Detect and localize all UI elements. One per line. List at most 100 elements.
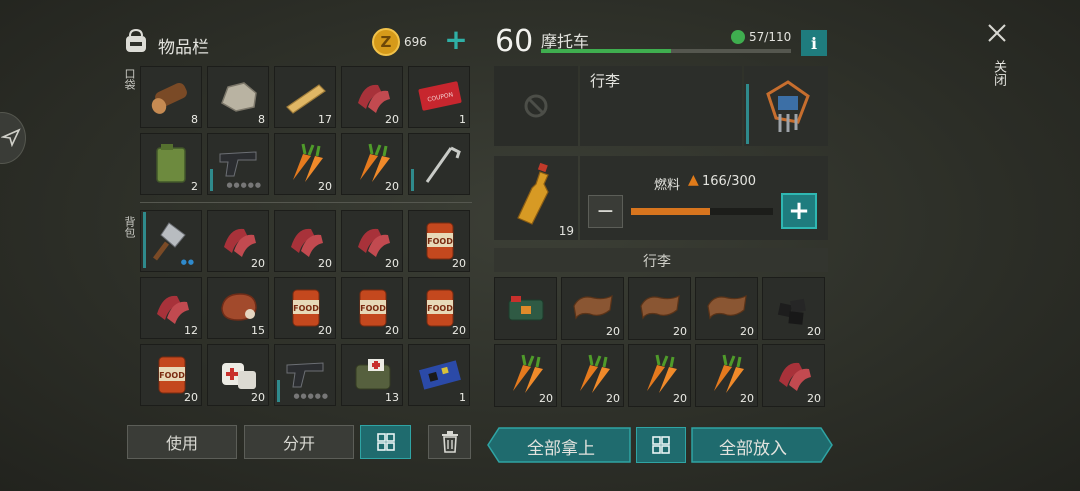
item-slot-bandage[interactable]: 20: [207, 344, 269, 406]
item-count: 20: [251, 257, 265, 270]
item-count: 20: [184, 391, 198, 404]
hoe-icon: [417, 140, 463, 186]
item-slot-carrot[interactable]: 20: [628, 344, 691, 407]
durability-value: 57/110: [749, 30, 792, 44]
item-slot-log[interactable]: 8: [140, 66, 202, 128]
item-count: 8: [191, 113, 198, 126]
carrot-icon: [637, 351, 683, 397]
item-slot-coupon[interactable]: COUPON 1: [408, 66, 470, 128]
item-slot-medkit-bag[interactable]: 13: [341, 344, 403, 406]
carrot-icon: [503, 351, 549, 397]
item-slot-pistol[interactable]: ●●●●●: [274, 344, 336, 406]
fuel-minus-button[interactable]: −: [588, 195, 623, 228]
info-button[interactable]: i: [801, 30, 827, 56]
svg-text:FOOD: FOOD: [427, 237, 453, 246]
item-slot-carrot[interactable]: 20: [494, 344, 557, 407]
svg-text:FOOD: FOOD: [159, 371, 185, 380]
slot-durability-bar: [277, 380, 280, 402]
leather-icon: [637, 284, 683, 330]
put-all-label: 全部放入: [719, 439, 787, 459]
item-slot-pistol[interactable]: ●●●●●: [207, 133, 269, 195]
item-slot-stone[interactable]: 8: [207, 66, 269, 128]
item-slot-cleaver[interactable]: ●●: [140, 210, 202, 272]
close-button[interactable]: 关闭: [980, 20, 1014, 100]
item-count: 20: [673, 325, 687, 338]
trash-icon: [441, 431, 458, 453]
item-count: 20: [740, 325, 754, 338]
item-slot-raw-meat[interactable]: 20: [341, 210, 403, 272]
share-button[interactable]: [0, 112, 26, 164]
item-slot-carrot[interactable]: 20: [341, 133, 403, 195]
item-count: 8: [258, 113, 265, 126]
item-slot-steak[interactable]: 15: [207, 277, 269, 339]
item-slot-raw-meat[interactable]: 20: [274, 210, 336, 272]
backpack-icon: [126, 28, 146, 52]
ammo-dots: ●●: [180, 258, 195, 266]
item-slot-food-can[interactable]: FOOD 20: [341, 277, 403, 339]
fuel-fill: [631, 208, 710, 215]
slot-durability-bar: [143, 212, 146, 268]
equip-slot-empty[interactable]: [494, 66, 578, 146]
item-slot-food-can[interactable]: FOOD 20: [408, 277, 470, 339]
item-count: 20: [385, 180, 399, 193]
item-slot-circuit-board[interactable]: 1: [408, 344, 470, 406]
item-count: 1: [459, 391, 466, 404]
coal-icon: [771, 284, 817, 330]
durability-track: [541, 49, 791, 53]
close-label: 关闭: [991, 60, 1006, 86]
luggage-rack-icon: [766, 80, 810, 132]
fuel-track: [631, 208, 773, 215]
item-slot-food-can[interactable]: FOOD 20: [408, 210, 470, 272]
storage-grid-button[interactable]: [636, 427, 686, 463]
item-slot-raw-meat[interactable]: 12: [140, 277, 202, 339]
item-slot-dynamite[interactable]: [494, 277, 557, 340]
item-slot-raw-meat[interactable]: 20: [762, 344, 825, 407]
send-icon: [1, 128, 21, 147]
add-coins-button[interactable]: +: [443, 26, 469, 55]
item-slot-leather[interactable]: 20: [561, 277, 624, 340]
item-slot-raw-meat[interactable]: 20: [207, 210, 269, 272]
item-slot-raw-meat[interactable]: 20: [341, 66, 403, 128]
item-slot-coal[interactable]: 20: [762, 277, 825, 340]
item-count: 20: [385, 257, 399, 270]
blocked-icon: [524, 94, 548, 118]
dynamite-icon: [503, 284, 549, 330]
item-count: 20: [740, 392, 754, 405]
fuel-item-slot[interactable]: 19: [494, 156, 578, 240]
slot-durability-bar: [411, 169, 414, 191]
item-slot-food-can[interactable]: FOOD 20: [140, 344, 202, 406]
item-slot-leather[interactable]: 20: [695, 277, 758, 340]
cleaver-icon: [149, 217, 195, 263]
use-button[interactable]: 使用: [127, 425, 237, 459]
item-slot-plank[interactable]: 17: [274, 66, 336, 128]
carrot-icon: [570, 351, 616, 397]
sort-grid-button[interactable]: [360, 425, 411, 459]
fuel-can-icon: [149, 140, 195, 186]
item-slot-carrot[interactable]: 20: [561, 344, 624, 407]
split-button[interactable]: 分开: [244, 425, 354, 459]
svg-text:FOOD: FOOD: [293, 304, 319, 313]
item-count: 17: [318, 113, 332, 126]
luggage-label: 行李: [590, 72, 621, 90]
item-count: 12: [184, 324, 198, 337]
item-count: 20: [318, 180, 332, 193]
item-count: 20: [385, 324, 399, 337]
item-count: 20: [807, 392, 821, 405]
pistol-icon: [283, 351, 329, 397]
coin-icon: Z: [372, 28, 400, 56]
luggage-rack-slot[interactable]: [744, 66, 828, 146]
item-slot-fuel-can[interactable]: 2: [140, 133, 202, 195]
close-icon: [988, 24, 1006, 42]
fuel-bottle-icon: [517, 162, 549, 225]
durability-icon: [731, 30, 745, 44]
item-slot-hoe[interactable]: [408, 133, 470, 195]
item-slot-carrot[interactable]: 20: [274, 133, 336, 195]
fuel-plus-button[interactable]: +: [781, 193, 817, 229]
svg-text:FOOD: FOOD: [360, 304, 386, 313]
item-slot-carrot[interactable]: 20: [695, 344, 758, 407]
inventory-title: 物品栏: [158, 38, 209, 58]
trash-button[interactable]: [428, 425, 471, 459]
circuit-board-icon: [417, 351, 463, 397]
item-slot-food-can[interactable]: FOOD 20: [274, 277, 336, 339]
item-slot-leather[interactable]: 20: [628, 277, 691, 340]
